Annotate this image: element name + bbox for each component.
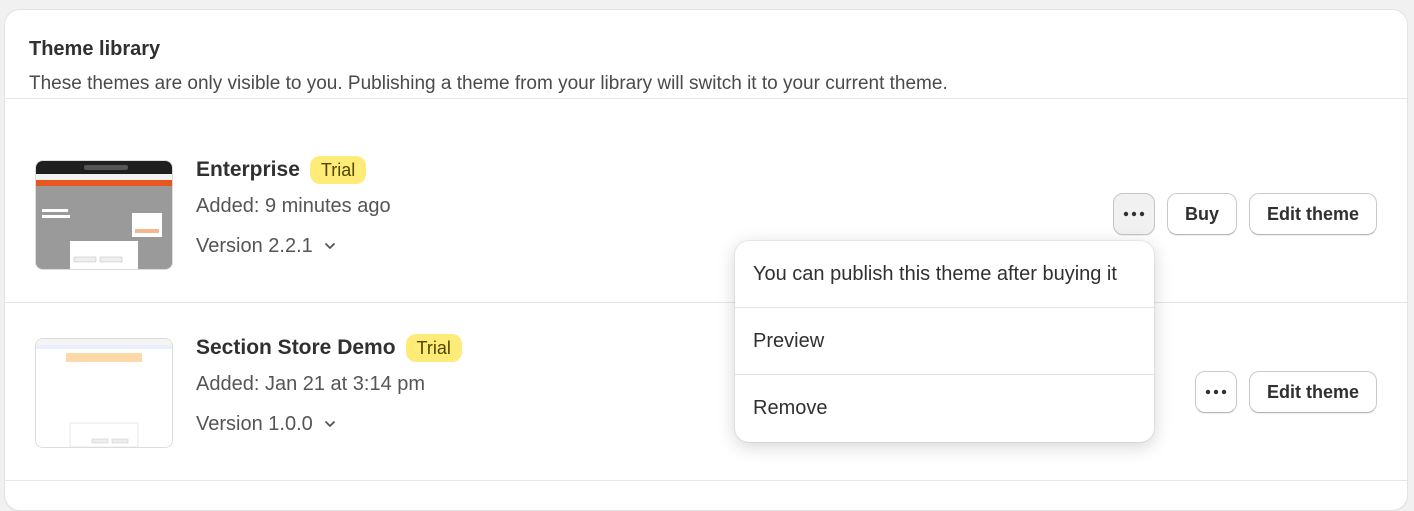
card-subtitle: These themes are only visible to you. Pu… bbox=[29, 73, 948, 94]
theme-name: Section Store Demo bbox=[196, 336, 396, 359]
trial-badge: Trial bbox=[405, 334, 462, 362]
buy-button[interactable]: Buy bbox=[1166, 193, 1237, 235]
theme-library-card: Theme library These themes are only visi… bbox=[4, 9, 1408, 511]
trial-badge: Trial bbox=[309, 156, 367, 184]
card-header: Theme library These themes are only visi… bbox=[5, 10, 1407, 99]
theme-actions: Buy Edit theme bbox=[1112, 193, 1377, 235]
theme-name-line: Section Store Demo Trial bbox=[196, 333, 462, 363]
menu-item-publish-disabled: You can publish this theme after buying … bbox=[735, 241, 1154, 308]
theme-thumbnail-section-store-demo[interactable] bbox=[35, 338, 173, 448]
version-label: Version 2.2.1 bbox=[196, 235, 313, 257]
chevron-down-icon bbox=[324, 243, 335, 249]
more-actions-button[interactable] bbox=[1194, 371, 1237, 413]
chevron-down-icon bbox=[324, 421, 335, 427]
version-label: Version 1.0.0 bbox=[196, 413, 313, 435]
edit-theme-button[interactable]: Edit theme bbox=[1248, 193, 1377, 235]
version-dropdown[interactable]: Version 2.2.1 bbox=[196, 234, 391, 258]
theme-info: Section Store Demo Trial Added: Jan 21 a… bbox=[196, 333, 462, 436]
theme-row-section-store-demo: Section Store Demo Trial Added: Jan 21 a… bbox=[5, 303, 1407, 481]
theme-info: Enterprise Trial Added: 9 minutes ago Ve… bbox=[196, 155, 391, 258]
theme-name-line: Enterprise Trial bbox=[196, 155, 391, 185]
theme-row-enterprise: Enterprise Trial Added: 9 minutes ago Ve… bbox=[5, 125, 1407, 303]
horizontal-dots-icon bbox=[1123, 211, 1145, 217]
menu-item-preview[interactable]: Preview bbox=[735, 308, 1154, 375]
horizontal-dots-icon bbox=[1205, 389, 1227, 395]
theme-thumbnail-enterprise[interactable] bbox=[35, 160, 173, 270]
theme-added-date: Added: 9 minutes ago bbox=[196, 195, 391, 217]
menu-item-remove[interactable]: Remove bbox=[735, 375, 1154, 442]
version-dropdown[interactable]: Version 1.0.0 bbox=[196, 412, 462, 436]
edit-theme-button[interactable]: Edit theme bbox=[1248, 371, 1377, 413]
card-title: Theme library bbox=[29, 38, 161, 60]
more-actions-button[interactable] bbox=[1112, 193, 1155, 235]
theme-actions-menu: You can publish this theme after buying … bbox=[735, 241, 1154, 442]
theme-name: Enterprise bbox=[196, 158, 300, 181]
theme-added-date: Added: Jan 21 at 3:14 pm bbox=[196, 373, 426, 395]
theme-actions: Edit theme bbox=[1194, 371, 1377, 413]
